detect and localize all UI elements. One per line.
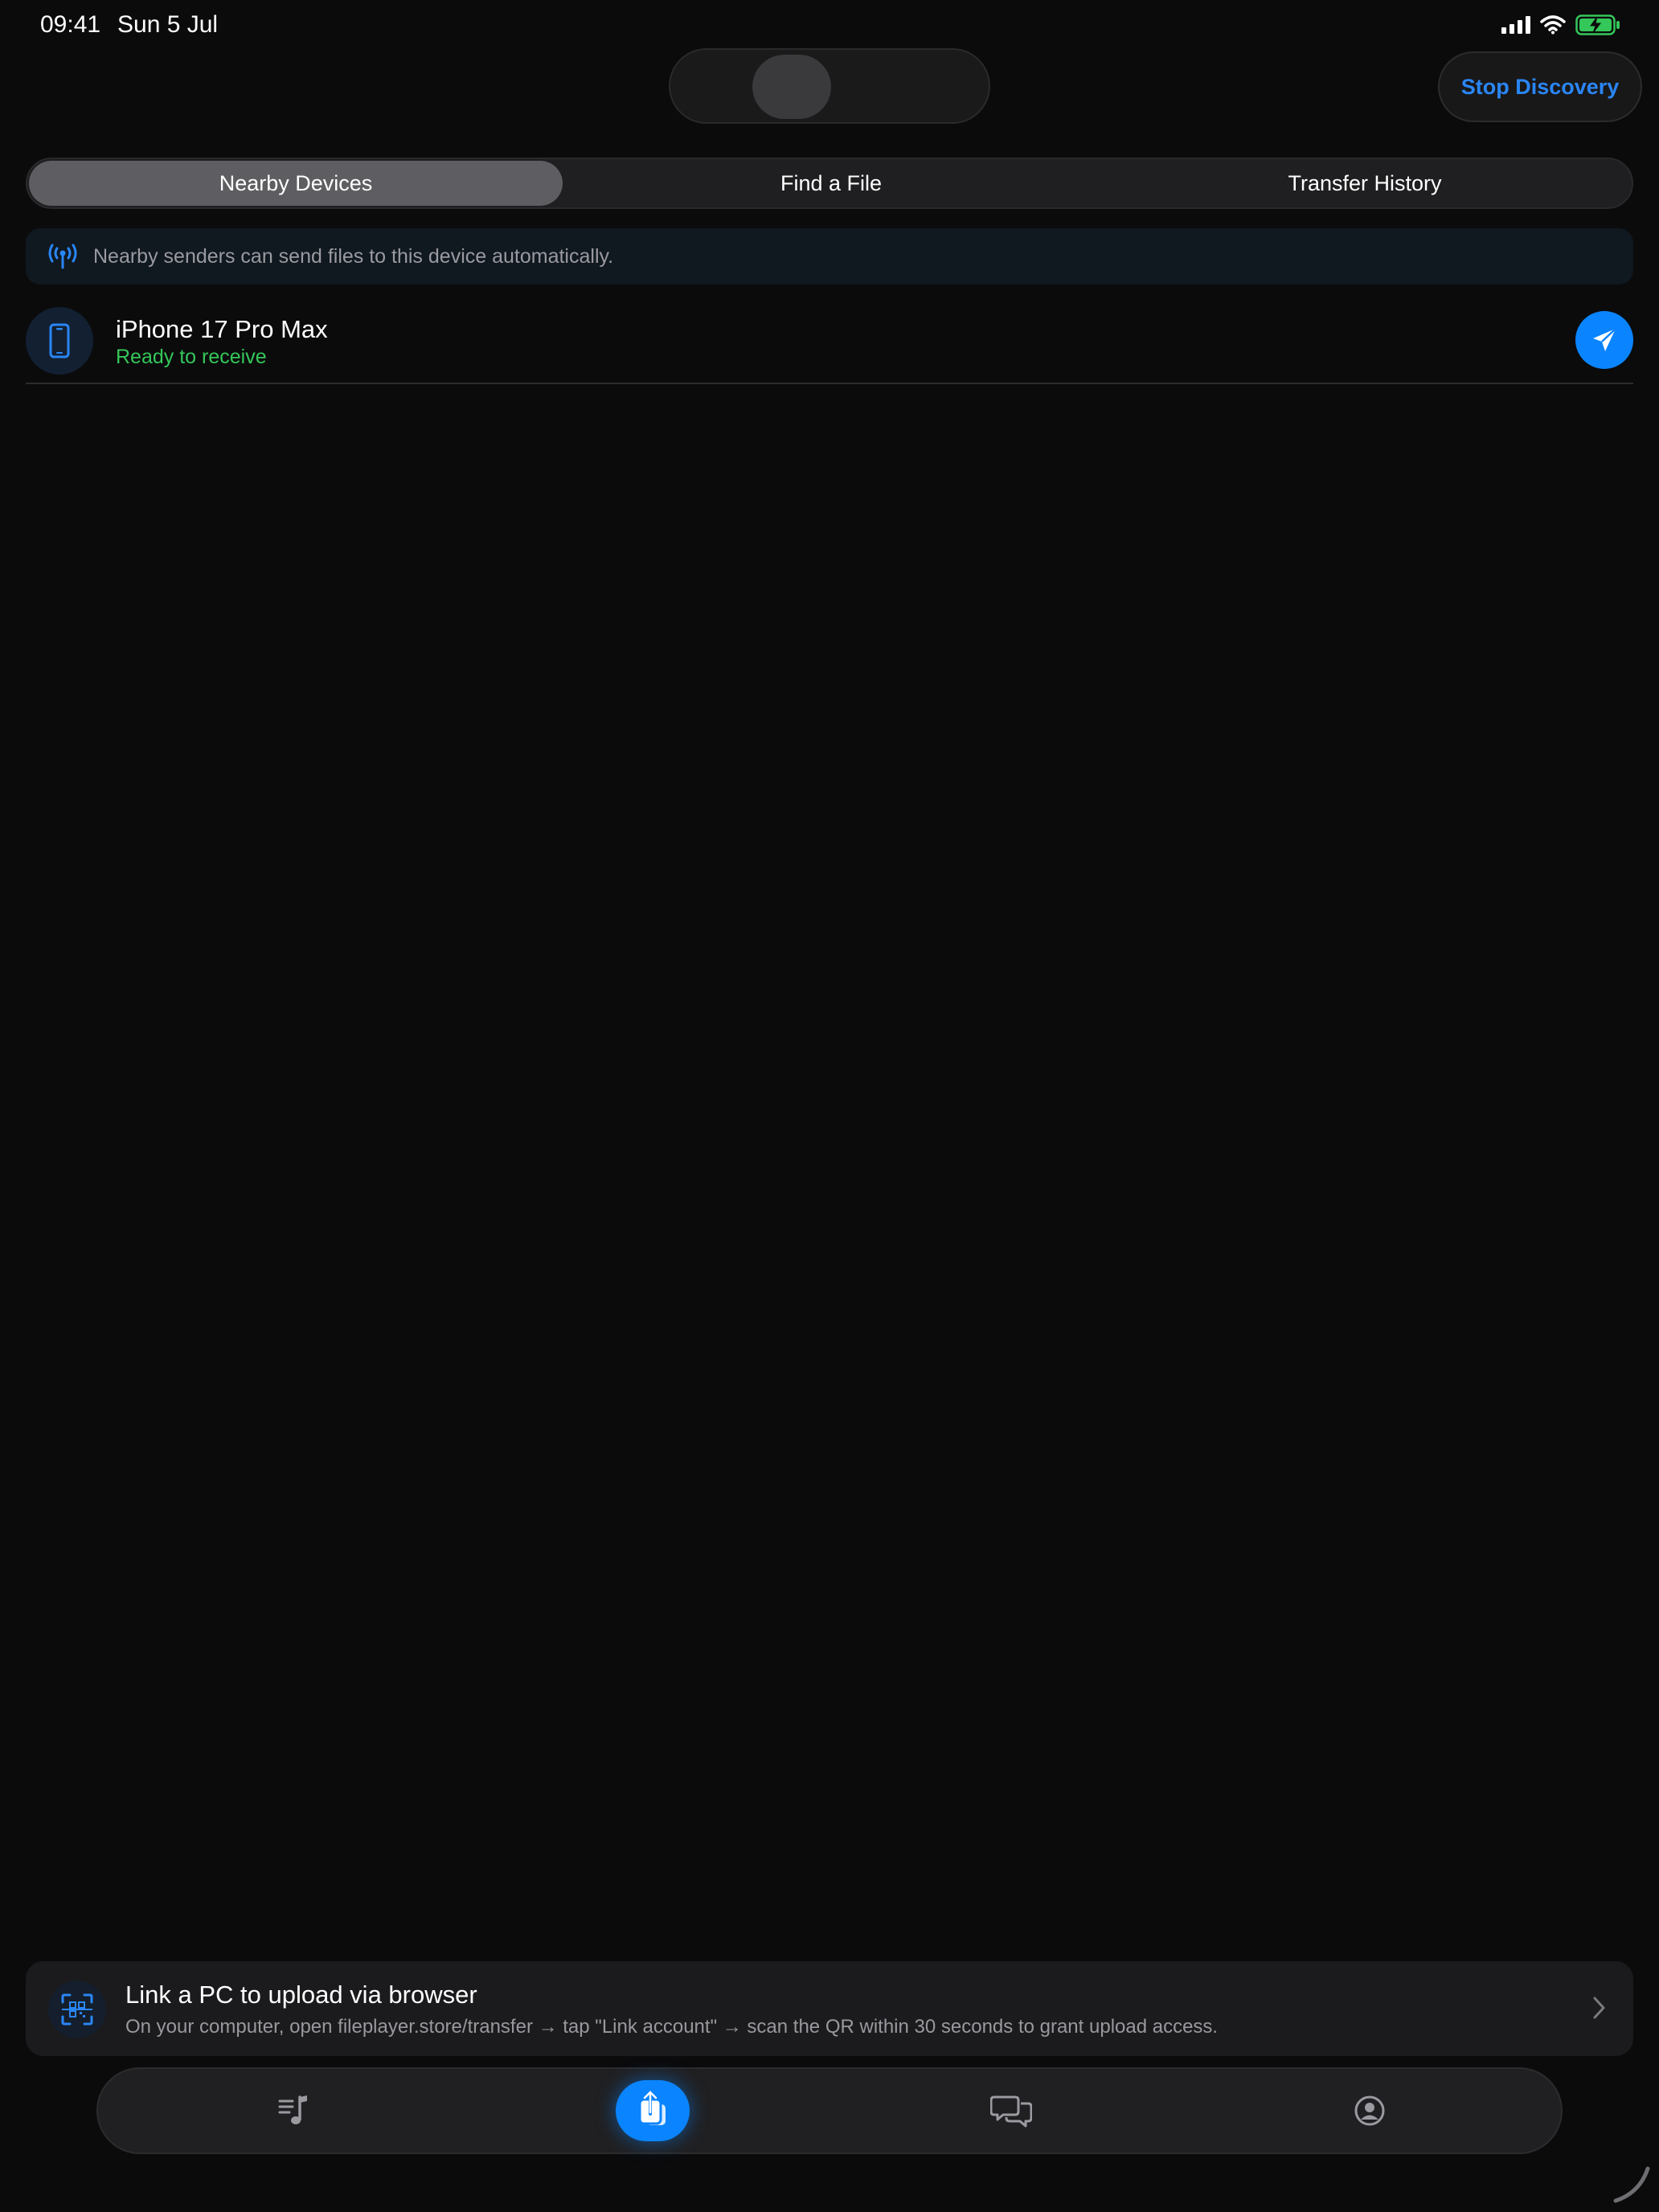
iphone-icon: [49, 323, 70, 358]
multitasking-knob[interactable]: [752, 55, 831, 119]
tab-profile[interactable]: [1333, 2080, 1407, 2141]
tab-find-a-file[interactable]: Find a File: [564, 159, 1098, 207]
link-pc-title: Link a PC to upload via browser: [125, 1981, 477, 2009]
status-date: Sun 5 Jul: [117, 11, 219, 38]
tab-bar: [96, 2067, 1563, 2154]
antenna-broadcast-icon: [47, 240, 79, 272]
battery-charging-icon: [1575, 14, 1620, 35]
link-pc-icon-wrap: [48, 1981, 106, 2038]
segmented-control: Nearby Devices Find a File Transfer Hist…: [26, 158, 1633, 209]
multitasking-handle[interactable]: [669, 48, 990, 124]
chat-bubbles-icon: [990, 2095, 1032, 2128]
status-bar: 09:41 Sun 5 Jul: [0, 0, 1659, 51]
tab-chat[interactable]: [974, 2080, 1048, 2141]
cellular-signal-icon: [1501, 16, 1530, 34]
wifi-icon: [1540, 15, 1566, 35]
tab-transfer-history[interactable]: Transfer History: [1098, 159, 1632, 207]
info-banner-text: Nearby senders can send files to this de…: [93, 244, 614, 268]
link-pc-card[interactable]: Link a PC to upload via browser On your …: [26, 1961, 1633, 2056]
device-row[interactable]: iPhone 17 Pro Max Ready to receive: [26, 304, 1633, 384]
chevron-right-icon: [1593, 1997, 1605, 2019]
send-to-device-button[interactable]: [1575, 311, 1633, 369]
status-icons: [1501, 14, 1620, 35]
device-avatar: [26, 307, 93, 375]
qr-scan-icon: [61, 1993, 93, 2026]
paper-plane-icon: [1593, 328, 1616, 351]
profile-icon: [1354, 2095, 1385, 2126]
playlist-music-icon: [278, 2095, 307, 2124]
tab-nearby-devices[interactable]: Nearby Devices: [29, 161, 563, 206]
resize-corner-icon: [1613, 2166, 1650, 2203]
tab-transfer[interactable]: [616, 2080, 690, 2141]
device-name: iPhone 17 Pro Max: [116, 315, 328, 343]
file-transfer-icon: [638, 2091, 666, 2125]
tab-library[interactable]: [257, 2080, 331, 2141]
device-status: Ready to receive: [116, 346, 267, 368]
info-banner: Nearby senders can send files to this de…: [26, 228, 1633, 285]
stop-discovery-button[interactable]: Stop Discovery: [1438, 51, 1642, 122]
status-time: 09:41: [40, 11, 101, 38]
link-pc-description: On your computer, open fileplayer.store/…: [125, 2016, 1219, 2038]
